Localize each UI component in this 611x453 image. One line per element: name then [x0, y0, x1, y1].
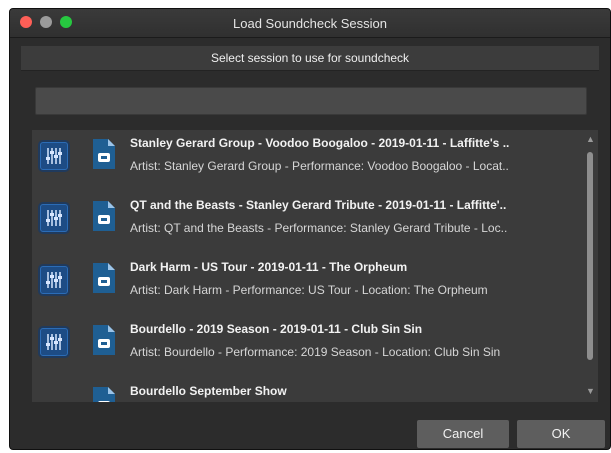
session-list[interactable]: Stanley Gerard Group - Voodoo Boogaloo -…	[32, 130, 598, 402]
session-row[interactable]: Bourdello September Show	[32, 378, 580, 402]
session-name: Bourdello - 2019 Season - 2019-01-11 - C…	[130, 322, 423, 336]
mixer-faders-icon	[40, 328, 68, 356]
load-soundcheck-dialog: Load Soundcheck Session Select session t…	[9, 8, 611, 450]
window-title: Load Soundcheck Session	[233, 16, 387, 31]
scrollbar-thumb[interactable]	[587, 152, 593, 360]
mixer-faders-icon	[40, 204, 68, 232]
title-bar: Load Soundcheck Session	[10, 9, 610, 38]
session-row[interactable]: Stanley Gerard Group - Voodoo Boogaloo -…	[32, 130, 580, 192]
session-detail: Artist: QT and the Beasts - Performance:…	[130, 221, 508, 235]
header-panel: Select session to use for soundcheck	[21, 46, 599, 71]
scroll-up-arrow-icon[interactable]: ▲	[586, 134, 595, 144]
mixer-faders-icon	[40, 266, 68, 294]
mixer-faders-icon	[40, 142, 68, 170]
session-row[interactable]: QT and the Beasts - Stanley Gerard Tribu…	[32, 192, 580, 254]
cancel-button[interactable]: Cancel	[417, 420, 509, 448]
session-name: Stanley Gerard Group - Voodoo Boogaloo -…	[130, 136, 510, 150]
session-detail: Artist: Bourdello - Performance: 2019 Se…	[130, 345, 501, 359]
session-document-icon	[93, 263, 115, 293]
ok-button[interactable]: OK	[517, 420, 605, 448]
session-name: Dark Harm - US Tour - 2019-01-11 - The O…	[130, 260, 408, 274]
session-detail: Artist: Stanley Gerard Group - Performan…	[130, 159, 509, 173]
session-row[interactable]: Dark Harm - US Tour - 2019-01-11 - The O…	[32, 254, 580, 316]
session-name: Bourdello September Show	[130, 384, 287, 398]
session-document-icon	[93, 139, 115, 169]
session-name: QT and the Beasts - Stanley Gerard Tribu…	[130, 198, 507, 212]
scroll-down-arrow-icon[interactable]: ▼	[586, 386, 595, 396]
dialog-subtitle: Select session to use for soundcheck	[210, 51, 410, 65]
session-document-icon	[93, 387, 115, 402]
list-scrollbar[interactable]: ▲ ▼	[582, 130, 598, 402]
search-field[interactable]	[35, 87, 587, 115]
session-document-icon	[93, 201, 115, 231]
session-document-icon	[93, 325, 115, 355]
session-row[interactable]: Bourdello - 2019 Season - 2019-01-11 - C…	[32, 316, 580, 378]
session-detail: Artist: Dark Harm - Performance: US Tour…	[130, 283, 488, 297]
